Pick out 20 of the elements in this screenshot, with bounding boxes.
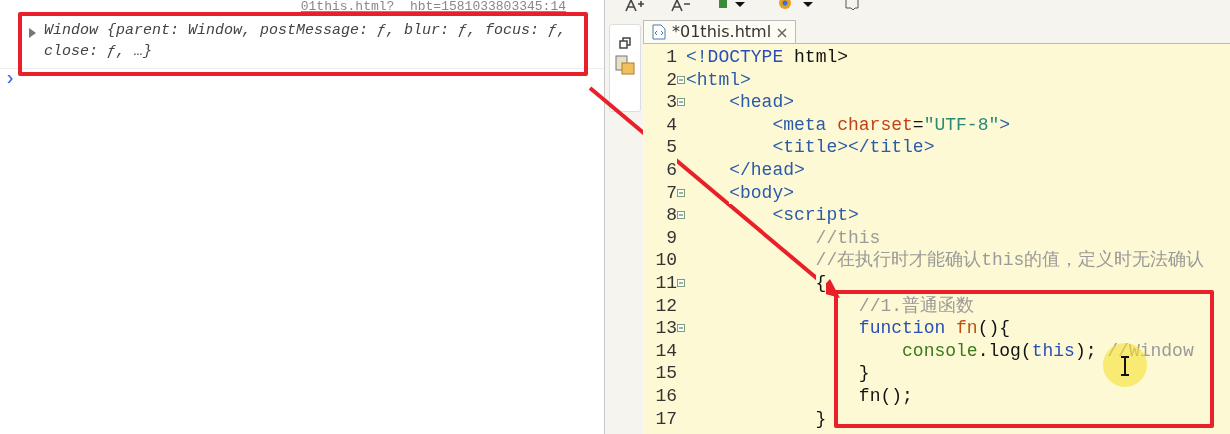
clipboard-icon[interactable] [615, 55, 635, 75]
file-tab[interactable]: *01this.html [643, 20, 797, 43]
html-file-icon [652, 24, 666, 40]
expand-triangle-icon[interactable] [28, 28, 36, 38]
fold-toggle-icon[interactable] [677, 324, 685, 333]
line-number: 5 [643, 136, 677, 159]
tab-label: *01this.html [672, 21, 772, 43]
log-line: close: ƒ, …} [44, 42, 153, 62]
font-increase-icon[interactable] [625, 0, 645, 12]
fold-toggle-icon[interactable] [677, 75, 685, 84]
font-decrease-icon[interactable] [671, 0, 691, 12]
fold-toggle-icon[interactable] [677, 188, 685, 197]
console-prompt[interactable]: › [0, 69, 604, 89]
help-icon[interactable] [845, 0, 859, 10]
fold-toggle-icon[interactable] [677, 211, 685, 220]
fold-toggle-icon[interactable] [677, 98, 685, 107]
fold-toggle-icon[interactable] [677, 279, 685, 288]
restore-icon[interactable] [619, 37, 631, 49]
source-link[interactable]: 01this.html?__hbt=1581033803345:14 [0, 0, 604, 14]
log-line: Window {parent: Window, postMessage: ƒ, blur: ƒ, focus: ƒ, [44, 21, 567, 41]
